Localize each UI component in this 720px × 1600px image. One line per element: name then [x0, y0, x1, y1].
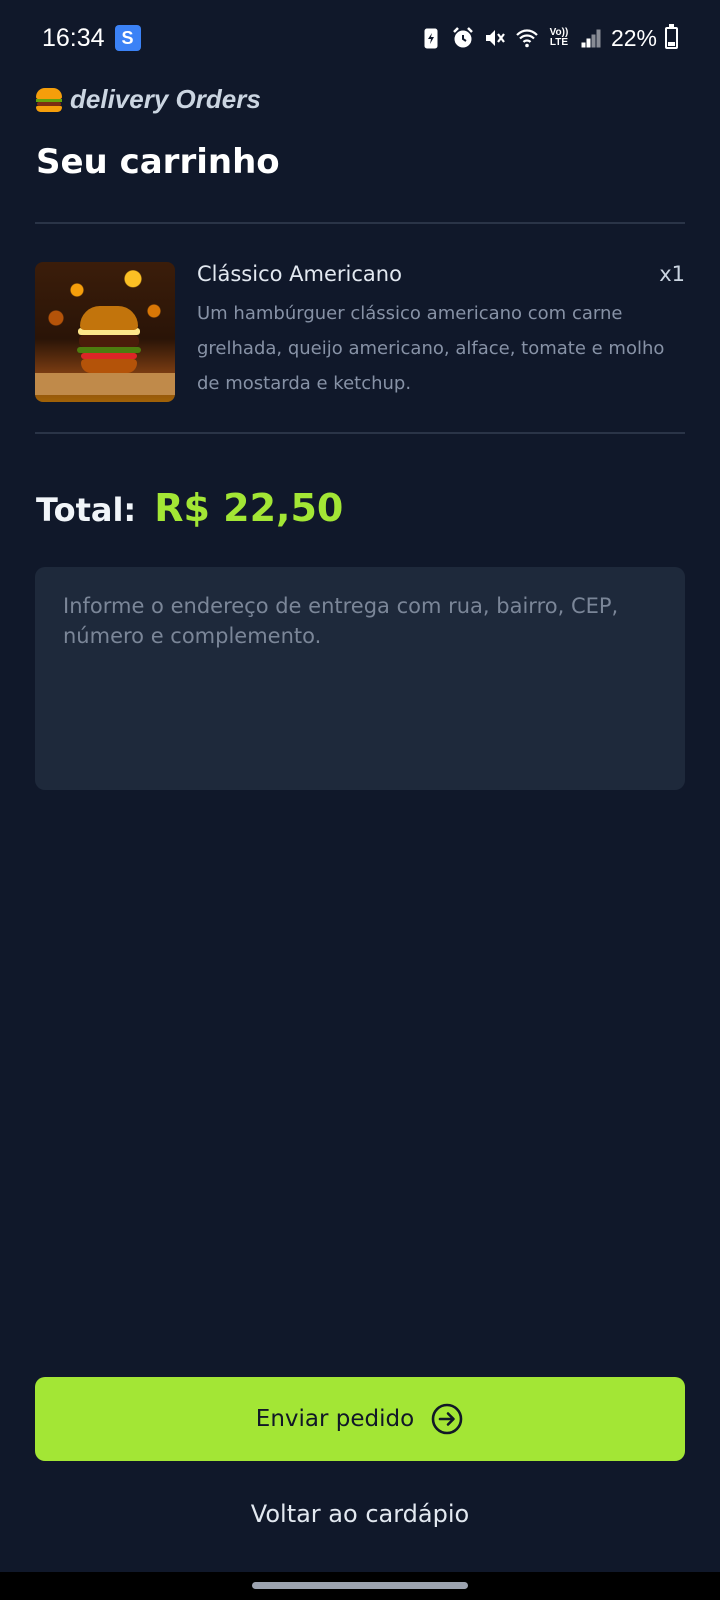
- send-order-label: Enviar pedido: [255, 1406, 415, 1432]
- send-order-button[interactable]: Enviar pedido: [35, 1377, 685, 1461]
- back-to-menu-link[interactable]: Voltar ao cardápio: [0, 1500, 720, 1528]
- burger-emoji-icon: [36, 87, 62, 112]
- home-gesture-handle[interactable]: [252, 1582, 468, 1589]
- brand-header: delivery Orders: [36, 84, 261, 115]
- arrow-right-circle-icon: [431, 1403, 463, 1435]
- battery-percent: 22%: [610, 24, 657, 51]
- status-bar: 16:34 S Vo)) LTE 22%: [0, 0, 720, 76]
- divider-top: [35, 222, 685, 224]
- total-value: R$ 22,50: [154, 486, 344, 530]
- item-name: Clássico Americano: [197, 262, 402, 286]
- mute-icon: [483, 26, 507, 50]
- wifi-icon: [515, 26, 539, 50]
- brand-name: delivery Orders: [70, 84, 261, 114]
- total-row: Total: R$ 22,50: [36, 486, 343, 530]
- battery-saver-icon: [419, 26, 443, 50]
- signal-icon: [579, 26, 603, 50]
- status-time: 16:34: [42, 23, 105, 52]
- cart-screen: 16:34 S Vo)) LTE 22% delivery Orders Seu…: [0, 0, 720, 1600]
- volte-icon: Vo)) LTE: [549, 27, 569, 48]
- address-input[interactable]: [35, 567, 685, 790]
- system-nav-bar: [0, 1572, 720, 1600]
- app-notification-icon: S: [114, 25, 141, 51]
- item-description: Um hambúrguer clássico americano com car…: [197, 303, 665, 394]
- page-title: Seu carrinho: [36, 142, 280, 182]
- item-quantity: x1: [659, 262, 685, 286]
- alarm-icon: [451, 26, 475, 50]
- divider-bottom: [35, 432, 685, 434]
- burger-photo: [35, 262, 175, 402]
- total-label: Total:: [36, 491, 137, 529]
- battery-icon: [665, 24, 678, 49]
- cart-item: Clássico Americano x1 Um hambúrguer clás…: [35, 262, 685, 402]
